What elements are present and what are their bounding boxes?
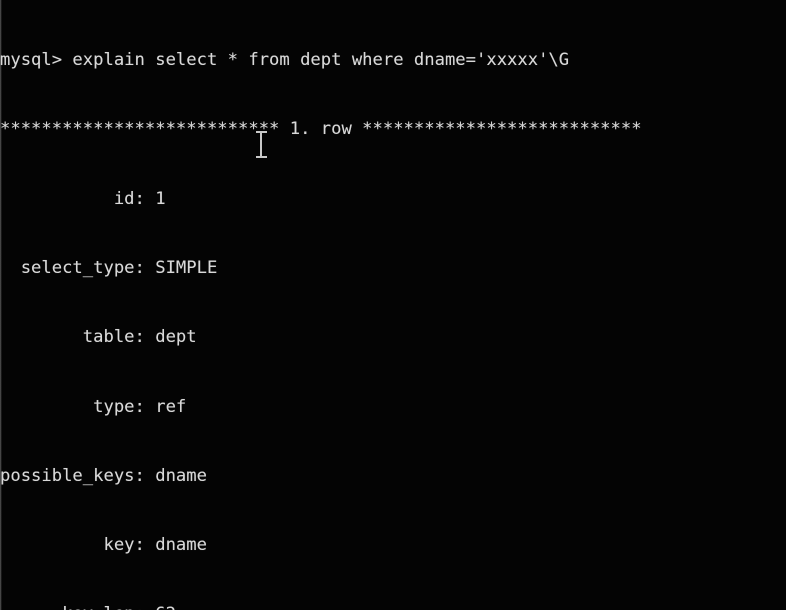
terminal-line-field-table: table: dept (0, 327, 197, 348)
terminal-line-row-separator: *************************** 1. row *****… (0, 119, 642, 140)
terminal-line: mysql> explain select * from dept where … (0, 50, 570, 71)
terminal-line-field-type: type: ref (0, 396, 187, 417)
terminal-line-field-id: id: 1 (0, 188, 166, 209)
terminal-window[interactable]: mysql> explain select * from dept where … (0, 0, 786, 610)
terminal-line-field-possible-keys: possible_keys: dname (0, 465, 207, 486)
terminal-line-field-select-type: select_type: SIMPLE (0, 258, 218, 279)
terminal-line-field-key-len: key_len: 62 (0, 603, 786, 610)
terminal-line-field-key: key: dname (0, 535, 207, 556)
terminal-output[interactable]: mysql> explain select * from dept where … (0, 3, 786, 610)
